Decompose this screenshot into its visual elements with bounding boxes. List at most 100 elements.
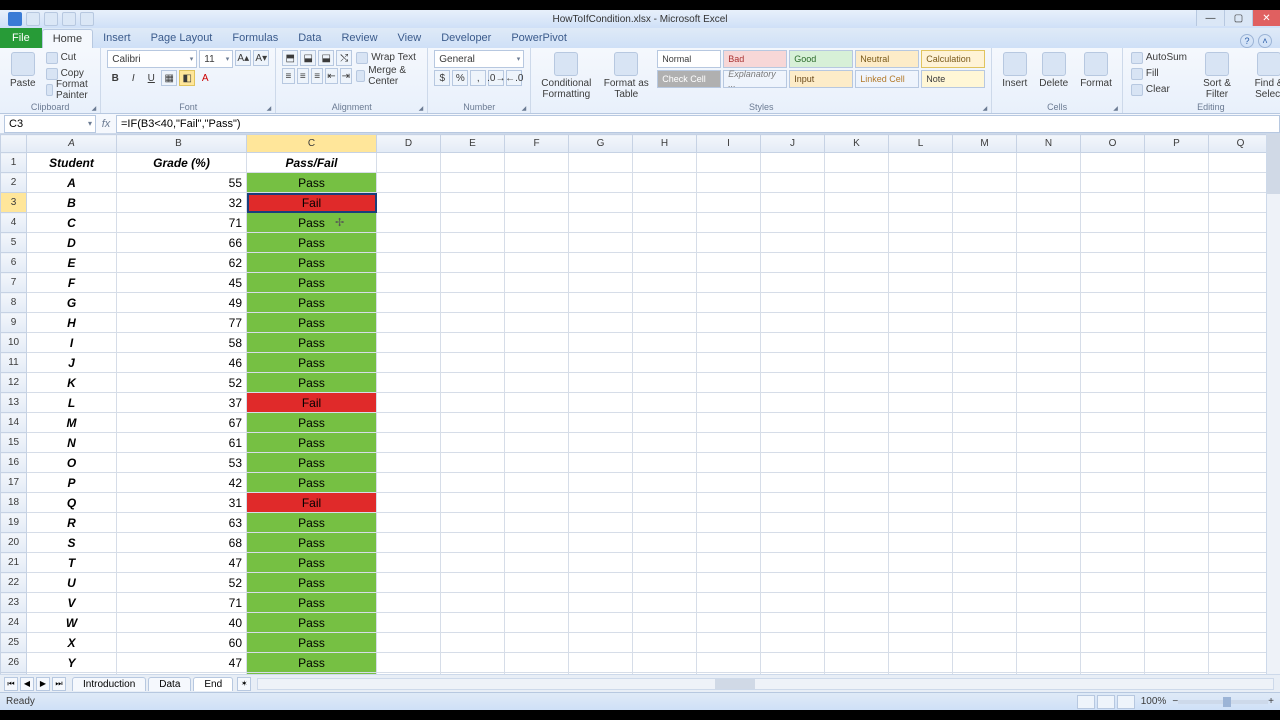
cell-A18[interactable]: Q bbox=[27, 493, 117, 513]
row-header-8[interactable]: 8 bbox=[1, 293, 27, 313]
column-header-N[interactable]: N bbox=[1017, 135, 1081, 153]
autosum-button[interactable]: AutoSum bbox=[1129, 50, 1189, 65]
cell-A17[interactable]: P bbox=[27, 473, 117, 493]
cell-O14[interactable] bbox=[1081, 413, 1145, 433]
cell-M16[interactable] bbox=[953, 453, 1017, 473]
cell-F8[interactable] bbox=[505, 293, 569, 313]
cell-Q12[interactable] bbox=[1209, 373, 1273, 393]
cell-P1[interactable] bbox=[1145, 153, 1209, 173]
cell-P10[interactable] bbox=[1145, 333, 1209, 353]
cell-G12[interactable] bbox=[569, 373, 633, 393]
cell-E14[interactable] bbox=[441, 413, 505, 433]
cell-K4[interactable] bbox=[825, 213, 889, 233]
cell-O16[interactable] bbox=[1081, 453, 1145, 473]
cell-E9[interactable] bbox=[441, 313, 505, 333]
cell-A25[interactable]: X bbox=[27, 633, 117, 653]
cell-H4[interactable] bbox=[633, 213, 697, 233]
cell-L12[interactable] bbox=[889, 373, 953, 393]
cell-D22[interactable] bbox=[377, 573, 441, 593]
column-header-P[interactable]: P bbox=[1145, 135, 1209, 153]
cell-E5[interactable] bbox=[441, 233, 505, 253]
cell-L17[interactable] bbox=[889, 473, 953, 493]
cell-A2[interactable]: A bbox=[27, 173, 117, 193]
column-header-G[interactable]: G bbox=[569, 135, 633, 153]
cell-M14[interactable] bbox=[953, 413, 1017, 433]
cell-D15[interactable] bbox=[377, 433, 441, 453]
cell-I21[interactable] bbox=[697, 553, 761, 573]
cell-I19[interactable] bbox=[697, 513, 761, 533]
cell-F3[interactable] bbox=[505, 193, 569, 213]
cell-E25[interactable] bbox=[441, 633, 505, 653]
cell-J14[interactable] bbox=[761, 413, 825, 433]
cell-B10[interactable]: 58 bbox=[117, 333, 247, 353]
row-header-22[interactable]: 22 bbox=[1, 573, 27, 593]
cell-P3[interactable] bbox=[1145, 193, 1209, 213]
cell-C22[interactable]: Pass bbox=[247, 573, 377, 593]
row-header-26[interactable]: 26 bbox=[1, 653, 27, 673]
cell-B8[interactable]: 49 bbox=[117, 293, 247, 313]
cell-E13[interactable] bbox=[441, 393, 505, 413]
cell-I20[interactable] bbox=[697, 533, 761, 553]
cell-N6[interactable] bbox=[1017, 253, 1081, 273]
cell-K5[interactable] bbox=[825, 233, 889, 253]
cell-J6[interactable] bbox=[761, 253, 825, 273]
cell-Q9[interactable] bbox=[1209, 313, 1273, 333]
cell-D25[interactable] bbox=[377, 633, 441, 653]
underline-button[interactable]: U bbox=[143, 70, 159, 86]
row-header-6[interactable]: 6 bbox=[1, 253, 27, 273]
cell-G4[interactable] bbox=[569, 213, 633, 233]
cell-style-bad[interactable]: Bad bbox=[723, 50, 787, 68]
cell-H20[interactable] bbox=[633, 533, 697, 553]
cell-B18[interactable]: 31 bbox=[117, 493, 247, 513]
cell-K11[interactable] bbox=[825, 353, 889, 373]
font-size-combo[interactable]: 11 bbox=[199, 50, 233, 68]
cell-G17[interactable] bbox=[569, 473, 633, 493]
tab-nav-prev[interactable]: ◀ bbox=[20, 677, 34, 691]
cell-N24[interactable] bbox=[1017, 613, 1081, 633]
cell-M26[interactable] bbox=[953, 653, 1017, 673]
row-header-3[interactable]: 3 bbox=[1, 193, 27, 213]
cell-L15[interactable] bbox=[889, 433, 953, 453]
cell-K12[interactable] bbox=[825, 373, 889, 393]
indent-dec-button[interactable]: ⇤ bbox=[325, 68, 337, 84]
cell-A27[interactable]: Z bbox=[27, 673, 117, 675]
zoom-in-button[interactable]: + bbox=[1268, 696, 1274, 707]
cell-Q24[interactable] bbox=[1209, 613, 1273, 633]
cell-C2[interactable]: Pass bbox=[247, 173, 377, 193]
cell-E24[interactable] bbox=[441, 613, 505, 633]
cell-L6[interactable] bbox=[889, 253, 953, 273]
cell-C27[interactable]: Pass bbox=[247, 673, 377, 675]
cell-H6[interactable] bbox=[633, 253, 697, 273]
sort-filter-button[interactable]: Sort & Filter bbox=[1193, 50, 1241, 102]
accounting-button[interactable]: $ bbox=[434, 70, 450, 86]
cell-N27[interactable] bbox=[1017, 673, 1081, 675]
cell-A19[interactable]: R bbox=[27, 513, 117, 533]
cell-G2[interactable] bbox=[569, 173, 633, 193]
cell-I1[interactable] bbox=[697, 153, 761, 173]
cell-I9[interactable] bbox=[697, 313, 761, 333]
font-color-button[interactable]: A bbox=[197, 70, 213, 86]
row-header-19[interactable]: 19 bbox=[1, 513, 27, 533]
ribbon-tab-data[interactable]: Data bbox=[288, 29, 331, 48]
cell-M25[interactable] bbox=[953, 633, 1017, 653]
cell-H18[interactable] bbox=[633, 493, 697, 513]
cell-L23[interactable] bbox=[889, 593, 953, 613]
cell-H5[interactable] bbox=[633, 233, 697, 253]
cell-K13[interactable] bbox=[825, 393, 889, 413]
cell-G6[interactable] bbox=[569, 253, 633, 273]
ribbon-tab-formulas[interactable]: Formulas bbox=[222, 29, 288, 48]
cell-O21[interactable] bbox=[1081, 553, 1145, 573]
cell-style-explanatory-[interactable]: Explanatory ... bbox=[723, 70, 787, 88]
cell-L5[interactable] bbox=[889, 233, 953, 253]
cell-M8[interactable] bbox=[953, 293, 1017, 313]
cell-D16[interactable] bbox=[377, 453, 441, 473]
row-header-11[interactable]: 11 bbox=[1, 353, 27, 373]
orientation-button[interactable]: ⤭ bbox=[336, 50, 352, 66]
cell-J24[interactable] bbox=[761, 613, 825, 633]
cell-B9[interactable]: 77 bbox=[117, 313, 247, 333]
cell-C12[interactable]: Pass bbox=[247, 373, 377, 393]
cell-C25[interactable]: Pass bbox=[247, 633, 377, 653]
cell-D24[interactable] bbox=[377, 613, 441, 633]
cell-D6[interactable] bbox=[377, 253, 441, 273]
comma-button[interactable]: , bbox=[470, 70, 486, 86]
